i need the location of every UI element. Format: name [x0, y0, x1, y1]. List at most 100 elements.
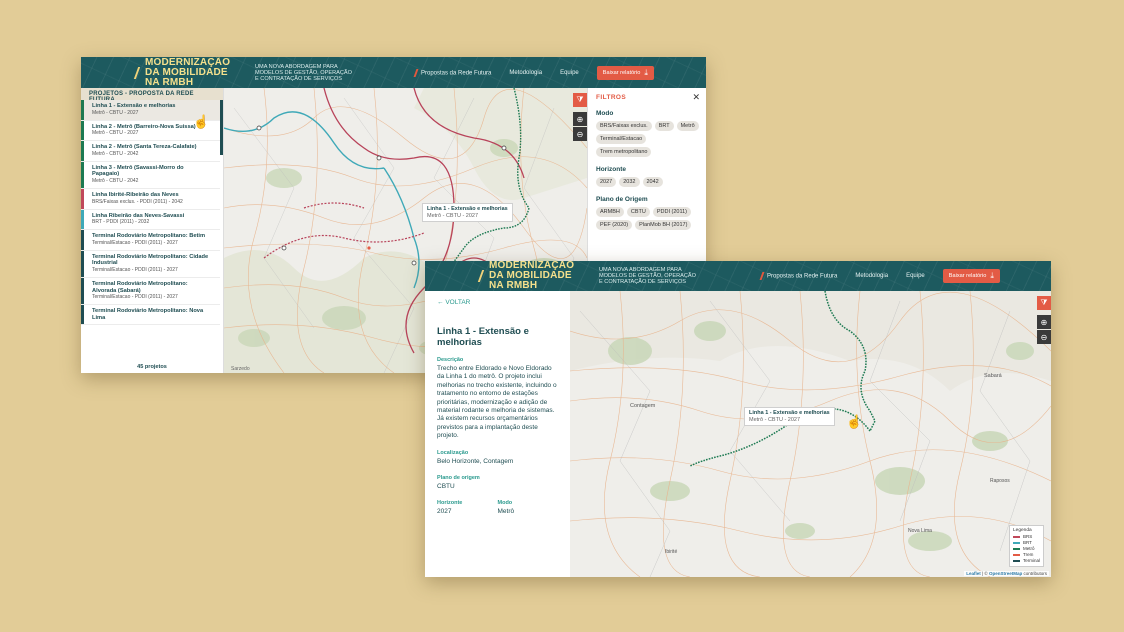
download-report-label: Baixar relatório — [948, 273, 987, 279]
project-detail-window: MODERNIZAÇÃO DA MOBILIDADE NA RMBH UMA N… — [425, 261, 1051, 577]
close-icon[interactable]: ✕ — [692, 92, 700, 103]
project-item-meta: BRS/Faixas exclus. - PDDI (2011) - 2042 — [92, 198, 183, 205]
project-mode: Metrô — [497, 508, 515, 516]
filter-chip[interactable]: PEF (2020) — [596, 220, 633, 230]
osm-link[interactable]: OpenStreetMap — [989, 571, 1022, 576]
nav-equipe[interactable]: Equipe — [906, 273, 925, 279]
legend-item: Terminal — [1013, 558, 1040, 564]
legend-swatch — [1013, 560, 1020, 562]
legend-items: BRS BRT Metrô Trem Terminal — [1013, 534, 1040, 564]
project-origin: CBTU — [437, 483, 455, 491]
project-list-item[interactable]: Linha Ribeirão das Neves-Savassi BRT - PD… — [81, 209, 220, 231]
nav-propostas[interactable]: Propostas da Rede Futura — [761, 272, 837, 280]
filter-chip[interactable]: PlanMob BH (2017) — [635, 220, 692, 230]
project-item-title: Terminal Rodoviário Metropolitano: Cidad… — [92, 253, 209, 267]
filters-title: FILTROS — [596, 94, 627, 101]
nav-equipe[interactable]: Equipe — [560, 70, 579, 76]
map-place-label: Raposos — [990, 478, 1010, 484]
project-item-title: Linha 1 - Extensão e melhorias — [92, 103, 176, 109]
project-item-title: Linha Ibirité-Ribeirão das Neves — [92, 191, 179, 198]
filter-chip[interactable]: 2027 — [596, 177, 617, 187]
project-color-bar — [81, 161, 84, 188]
map-canvas[interactable]: Contagem Sabará Raposos Nova Lima Ibirit… — [570, 291, 1051, 577]
attribution-suffix: contributors — [1022, 571, 1047, 576]
legend-swatch — [1013, 548, 1020, 550]
project-color-bar — [81, 250, 84, 277]
filter-chip[interactable]: BRS/Faixas exclus. — [596, 121, 652, 131]
zoom-in-button[interactable]: ⊕ — [573, 112, 587, 126]
project-item-meta: Terminal/Estacao - PDDI (2011) - 2027 — [92, 294, 178, 301]
project-list-item[interactable]: Terminal Rodoviário Metropolitano: Nova … — [81, 305, 220, 326]
project-list-item[interactable]: Terminal Rodoviário Metropolitano: Betim… — [81, 230, 220, 251]
map-place-label: Nova Lima — [908, 528, 932, 534]
filter-chip[interactable]: BRT — [654, 121, 674, 131]
project-item-meta: Metrô - CBTU - 2042 — [92, 177, 139, 184]
project-detail-panel: ← VOLTAR Linha 1 - Extensão e melhorias … — [425, 291, 570, 577]
filter-icon: ⧩ — [1040, 298, 1048, 307]
nav-propostas[interactable]: Propostas da Rede Futura — [415, 69, 491, 77]
horizon-mode-row: Horizonte 2027 Modo Metrô — [437, 491, 558, 516]
project-item-title: Linha 3 - Metrô (Savassi-Morro do Papaga… — [92, 164, 184, 178]
map-view[interactable]: Contagem Sabará Raposos Nova Lima Ibirit… — [570, 291, 1051, 577]
project-item-title: Linha 2 - Metrô (Santa Tereza-Calafate) — [92, 144, 197, 151]
project-list-item[interactable]: Linha Ibirité-Ribeirão das Neves BRS/Faix… — [81, 188, 220, 210]
project-item-meta: Metrô - CBTU - 2042 — [92, 150, 139, 157]
nav-metodologia[interactable]: Metodologia — [855, 273, 888, 279]
project-item-meta: Metrô - CBTU - 2027 — [92, 130, 139, 137]
project-list-item[interactable]: Linha 2 - Metrô (Santa Tereza-Calafate) M… — [81, 141, 220, 162]
project-list-item[interactable]: Linha 3 - Metrô (Savassi-Morro do Papaga… — [81, 161, 220, 189]
project-description: Trecho entre Eldorado e Novo Eldorado da… — [437, 365, 557, 440]
hand-cursor-icon: ☝ — [193, 114, 210, 129]
legend-label: Terminal — [1022, 558, 1040, 563]
filter-chip[interactable]: Terminal/Estacao — [596, 134, 647, 144]
legend-swatch — [1013, 554, 1020, 556]
map-tooltip: Linha 1 - Extensão e melhorias Metrô - C… — [744, 407, 835, 426]
project-color-bar — [81, 141, 84, 161]
filter-chip-list: 2027 2032 2042 — [596, 177, 700, 187]
leaflet-link[interactable]: Leaflet — [966, 571, 981, 576]
tooltip-subtitle: Metrô - CBTU - 2027 — [749, 416, 801, 423]
main-nav: Propostas da Rede Futura Metodologia Equ… — [415, 65, 654, 80]
sidebar-scrollbar[interactable] — [220, 100, 223, 155]
legend-title: Legenda — [1013, 528, 1032, 533]
filter-chip[interactable]: 2042 — [642, 177, 663, 187]
tooltip-subtitle: Metrô - CBTU - 2027 — [427, 212, 479, 219]
description-label: Descrição — [437, 357, 464, 363]
filter-group-title: Modo — [596, 110, 614, 117]
filter-groups: Modo BRS/Faixas exclus. BRT Metrô Terminal/E… — [596, 110, 700, 230]
zoom-in-button[interactable]: ⊕ — [1037, 315, 1051, 329]
filter-chip[interactable]: 2032 — [619, 177, 640, 187]
mode-block: Modo Metrô — [498, 491, 559, 516]
download-report-button[interactable]: Baixar relatório ⤓ — [596, 65, 654, 80]
zoom-out-button[interactable]: ⊖ — [1037, 330, 1051, 344]
mode-label: Modo — [497, 500, 513, 507]
project-color-bar — [81, 305, 84, 325]
site-logo[interactable]: MODERNIZAÇÃO DA MOBILIDADE NA RMBH — [145, 57, 245, 88]
filter-chip[interactable]: CBTU — [626, 207, 650, 217]
horizon-label: Horizonte — [437, 500, 463, 507]
filter-toggle-button[interactable]: ⧩ — [1037, 296, 1051, 310]
back-link[interactable]: ← VOLTAR — [437, 299, 558, 306]
zoom-out-button[interactable]: ⊖ — [573, 127, 587, 141]
project-item-title: Terminal Rodoviário Metropolitano: Alvor… — [92, 280, 188, 294]
legend-swatch — [1013, 536, 1020, 538]
download-report-button[interactable]: Baixar relatório ⤓ — [942, 269, 1000, 283]
zoom-in-icon: ⊕ — [576, 114, 584, 124]
project-list-item[interactable]: Terminal Rodoviário Metropolitano: Cidad… — [81, 250, 220, 278]
site-logo[interactable]: MODERNIZAÇÃO DA MOBILIDADE NA RMBH — [489, 261, 589, 291]
project-list-item[interactable]: Terminal Rodoviário Metropolitano: Alvor… — [81, 277, 220, 306]
horizon-block: Horizonte 2027 — [437, 491, 498, 516]
project-item-meta: Terminal/Estacao - PDDI (2011) - 2027 — [92, 266, 178, 273]
filter-chip[interactable]: Trem metropolitano — [596, 147, 652, 157]
filter-chip[interactable]: PDDI (2011) — [652, 207, 692, 217]
nav-metodologia[interactable]: Metodologia — [509, 70, 542, 76]
project-color-bar — [81, 209, 84, 230]
origin-label: Plano de origem — [437, 475, 480, 482]
filter-chip[interactable]: Metrô — [676, 121, 699, 131]
filter-toggle-button[interactable]: ⧩ — [573, 93, 587, 107]
filter-group-title: Horizonte — [596, 166, 626, 173]
filter-chip[interactable]: ARMBH — [596, 207, 624, 217]
filter-chip-list: BRS/Faixas exclus. BRT Metrô Terminal/Estac… — [596, 121, 700, 157]
download-icon: ⤓ — [990, 271, 994, 280]
location-label: Localização — [437, 449, 469, 456]
